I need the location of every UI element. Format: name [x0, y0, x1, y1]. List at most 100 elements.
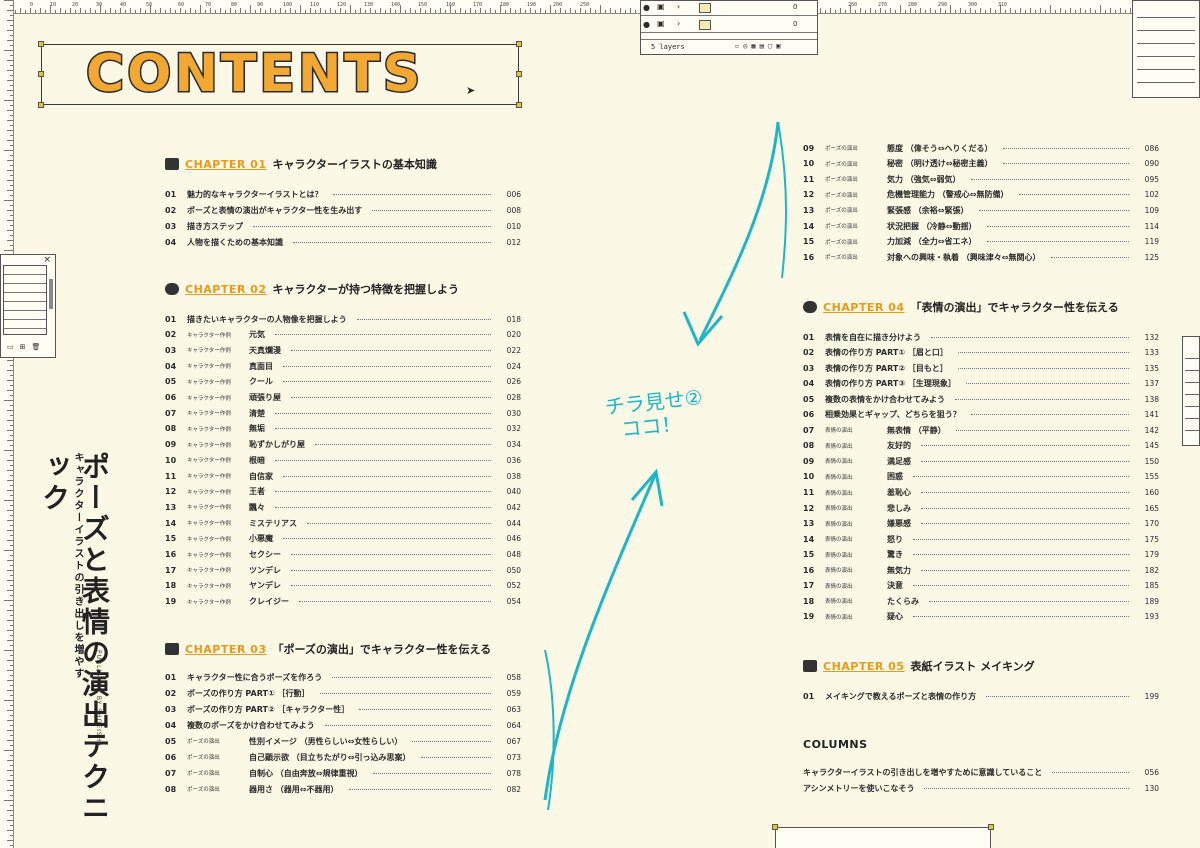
toc-row[interactable]: 03 ポーズの作り方 PART② ［キャラクター性］ 063	[165, 703, 521, 715]
toc-row[interactable]: 08 キャラクター作例 無垢 032	[165, 423, 521, 435]
toc-row[interactable]: 18 表情の演出 たくらみ 189	[803, 595, 1159, 607]
toc-page: 141	[1144, 410, 1159, 420]
resize-handle[interactable]	[516, 41, 522, 47]
toc-row[interactable]: 13 表情の演出 嫌悪感 170	[803, 518, 1159, 530]
toc-row[interactable]: 10 ポーズの演出 秘密 （明け透け⇔秘密主義） 090	[803, 158, 1159, 170]
toc-tag: キャラクター作例	[187, 379, 231, 386]
floating-panel-right-top[interactable]	[1132, 0, 1200, 98]
toc-row[interactable]: 07 ポーズの演出 自制心 （自由奔放⇔規律重視） 078	[165, 767, 521, 779]
toc-row[interactable]: 01 キャラクター性に合うポーズを作ろう 058	[165, 671, 521, 683]
toc-row[interactable]: 02 キャラクター作例 元気 020	[165, 329, 521, 341]
toc-row[interactable]: 08 ポーズの演出 器用さ （器用⇔不器用） 082	[165, 783, 521, 795]
toc-row[interactable]: 12 キャラクター作例 王者 040	[165, 486, 521, 498]
toc-row[interactable]: 16 ポーズの演出 対象への興味・執着 （興味津々⇔無関心） 125	[803, 251, 1159, 263]
toc-row[interactable]: 07 表情の演出 無表情 （平静） 142	[803, 424, 1159, 436]
toc-row[interactable]: 10 表情の演出 困惑 155	[803, 471, 1159, 483]
toc-row[interactable]: 05 キャラクター作例 クール 026	[165, 376, 521, 388]
toc-row[interactable]: 04 複数のポーズをかけ合わせてみよう 064	[165, 719, 521, 731]
toc-row[interactable]: 11 ポーズの演出 気力 （強気⇔弱気） 095	[803, 173, 1159, 185]
toc-tag: キャラクター作例	[187, 552, 231, 559]
toc-row[interactable]: 02 ポーズと表情の演出がキャラクター性を生み出す 008	[165, 204, 521, 216]
toc-row[interactable]: 01 メイキングで教えるポーズと表情の作り方 199	[803, 690, 1159, 702]
toc-row[interactable]: 17 表情の演出 決意 185	[803, 580, 1159, 592]
toc-row[interactable]: 03 描き方ステップ 010	[165, 220, 521, 232]
chevron-right-icon[interactable]: ›	[677, 2, 680, 11]
folder-list[interactable]	[1137, 5, 1195, 85]
toc-number: 13	[165, 502, 177, 512]
folder-list[interactable]	[1185, 347, 1199, 441]
toc-row[interactable]: 09 表情の演出 満足感 150	[803, 455, 1159, 467]
ruler-tick	[555, 10, 556, 13]
close-icon[interactable]: ×	[43, 255, 51, 265]
toc-row[interactable]: 05 ポーズの演出 性別イメージ （男性らしい⇔女性らしい） 067	[165, 735, 521, 747]
scrollbar[interactable]	[49, 279, 53, 309]
toc-row[interactable]: 11 キャラクター作例 自信家 038	[165, 470, 521, 482]
toc-row[interactable]: 06 ポーズの演出 自己顕示欲 （目立ちたがり⇔引っ込み思案） 073	[165, 751, 521, 763]
eye-icon[interactable]: ●	[643, 20, 650, 29]
lock-icon[interactable]: ▣	[657, 19, 665, 28]
toc-row[interactable]: 16 表情の演出 無気力 182	[803, 564, 1159, 576]
toc-row[interactable]: 06 相乗効果とギャップ、どちらを狙う？ 141	[803, 409, 1159, 421]
toc-row[interactable]: 19 キャラクター作例 クレイジー 054	[165, 596, 521, 608]
column-row[interactable]: アシンメトリーを使いこなそう 130	[803, 782, 1159, 794]
panel-tool-icons[interactable]: ▭⊞🗑	[7, 343, 46, 351]
resize-handle[interactable]	[516, 102, 522, 108]
layer-row[interactable]: ● ▣ › 0	[641, 18, 817, 33]
panel-list[interactable]	[3, 265, 47, 335]
toc-row[interactable]: 16 キャラクター作例 セクシー 048	[165, 549, 521, 561]
toc-row[interactable]: 06 キャラクター作例 頑張り屋 028	[165, 392, 521, 404]
toc-row[interactable]: 05 複数の表情をかけ合わせてみよう 138	[803, 393, 1159, 405]
toc-row[interactable]: 13 キャラクター作例 飄々 042	[165, 501, 521, 513]
toc-row[interactable]: 04 表情の作り方 PART③ ［生理現象］ 137	[803, 378, 1159, 390]
resize-handle[interactable]	[516, 71, 522, 77]
floating-frame-bottom[interactable]	[772, 824, 994, 848]
toc-row[interactable]: 12 表情の演出 悲しみ 165	[803, 502, 1159, 514]
toc-row[interactable]: 04 キャラクター作例 真面目 024	[165, 360, 521, 372]
lock-icon[interactable]: ▣	[657, 2, 665, 11]
floating-panel-left[interactable]: × ▭⊞🗑	[0, 254, 56, 358]
toc-row[interactable]: 03 キャラクター作例 天真爛漫 022	[165, 344, 521, 356]
resize-handle[interactable]	[772, 824, 778, 830]
toc-row[interactable]: 14 表情の演出 怒り 175	[803, 533, 1159, 545]
toc-row[interactable]: 18 キャラクター作例 ヤンデレ 052	[165, 580, 521, 592]
toc-row[interactable]: 01 表情を自在に描き分けよう 132	[803, 331, 1159, 343]
toc-row[interactable]: 15 ポーズの演出 力加減 （全力⇔省エネ） 119	[803, 236, 1159, 248]
floating-panel-right-mid[interactable]	[1182, 336, 1200, 446]
resize-handle[interactable]	[38, 41, 44, 47]
toc-row[interactable]: 15 キャラクター作例 小悪魔 046	[165, 533, 521, 545]
toc-number: 17	[165, 565, 177, 575]
resize-handle[interactable]	[38, 71, 44, 77]
toc-row[interactable]: 13 ポーズの演出 緊張感 （余裕⇔緊張） 109	[803, 204, 1159, 216]
toc-row[interactable]: 01 描きたいキャラクターの人物像を把握しよう 018	[165, 313, 521, 325]
layer-tool-icons[interactable]: ▫◎▦▤▢▣	[735, 42, 784, 50]
chapter-01-heading[interactable]: CHAPTER 01 キャラクターイラストの基本知識	[165, 156, 437, 172]
toc-row[interactable]: 15 表情の演出 驚き 179	[803, 549, 1159, 561]
resize-handle[interactable]	[38, 102, 44, 108]
chapter-04-heading[interactable]: CHAPTER 04 「表情の演出」でキャラクター性を伝える	[803, 299, 1119, 315]
chevron-right-icon[interactable]: ›	[677, 19, 680, 28]
toc-row[interactable]: 19 表情の演出 疑心 193	[803, 611, 1159, 623]
toc-row[interactable]: 09 キャラクター作例 恥ずかしがり屋 034	[165, 439, 521, 451]
toc-row[interactable]: 02 表情の作り方 PART① ［眉と口］ 133	[803, 347, 1159, 359]
toc-row[interactable]: 12 ポーズの演出 危機管理能力 （警戒心⇔無防備） 102	[803, 189, 1159, 201]
toc-row[interactable]: 01 魅力的なキャラクターイラストとは？ 006	[165, 188, 521, 200]
toc-row[interactable]: 11 表情の演出 羞恥心 160	[803, 487, 1159, 499]
toc-row[interactable]: 09 ポーズの演出 態度 （偉そう⇔へりくだる） 086	[803, 142, 1159, 154]
toc-row[interactable]: 07 キャラクター作例 清楚 030	[165, 407, 521, 419]
toc-row[interactable]: 17 キャラクター作例 ツンデレ 050	[165, 564, 521, 576]
layers-panel[interactable]: ● ▣ › 0 ● ▣ › 0 5 layers ▫◎▦▤▢▣	[640, 0, 818, 55]
column-row[interactable]: キャラクターイラストの引き出しを増やすために意識していること 056	[803, 766, 1159, 778]
layer-row[interactable]: ● ▣ › 0	[641, 1, 817, 16]
toc-row[interactable]: 08 表情の演出 友好的 145	[803, 440, 1159, 452]
toc-row[interactable]: 14 ポーズの演出 状況把握 （冷静⇔動揺） 114	[803, 220, 1159, 232]
toc-row[interactable]: 03 表情の作り方 PART② ［目もと］ 135	[803, 362, 1159, 374]
chapter-03-heading[interactable]: CHAPTER 03 「ポーズの演出」でキャラクター性を伝える	[165, 641, 491, 657]
toc-row[interactable]: 10 キャラクター作例 根暗 036	[165, 454, 521, 466]
toc-row[interactable]: 04 人物を描くための基本知識 012	[165, 236, 521, 248]
chapter-02-heading[interactable]: CHAPTER 02 キャラクターが持つ特徴を把握しよう	[165, 281, 459, 297]
chapter-05-heading[interactable]: CHAPTER 05 表紙イラスト メイキング	[803, 658, 1035, 674]
resize-handle[interactable]	[988, 824, 994, 830]
eye-icon[interactable]: ●	[643, 3, 650, 12]
toc-row[interactable]: 14 キャラクター作例 ミステリアス 044	[165, 517, 521, 529]
toc-row[interactable]: 02 ポーズの作り方 PART① ［行動］ 059	[165, 687, 521, 699]
